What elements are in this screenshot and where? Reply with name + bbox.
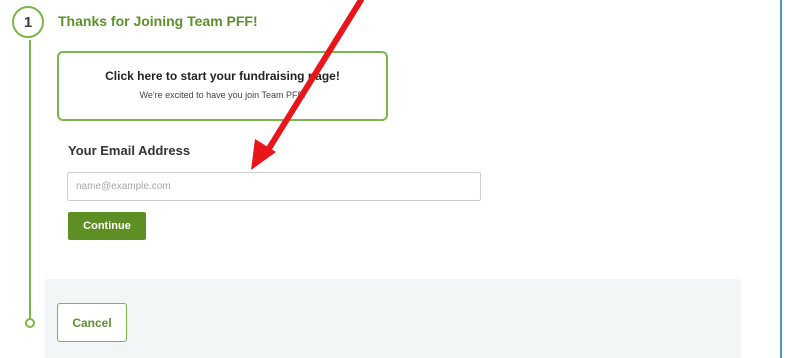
red-arrow-head xyxy=(251,139,276,170)
step-number-badge: 1 xyxy=(12,6,44,38)
start-fundraising-card[interactable]: Click here to start your fundraising pag… xyxy=(57,51,388,121)
step-title: Thanks for Joining Team PFF! xyxy=(58,13,258,29)
panel-right-border xyxy=(780,0,782,358)
start-fundraising-subtitle: We're excited to have you join Team PFF! xyxy=(139,90,306,100)
email-field-label: Your Email Address xyxy=(68,143,191,158)
start-fundraising-title: Click here to start your fundraising pag… xyxy=(105,69,340,83)
step-timeline-line xyxy=(29,40,31,322)
email-input[interactable] xyxy=(67,172,481,201)
cancel-button[interactable]: Cancel xyxy=(57,303,127,342)
continue-button[interactable]: Continue xyxy=(68,212,146,240)
footer-panel xyxy=(45,279,741,358)
step-timeline-end-dot xyxy=(25,318,35,328)
